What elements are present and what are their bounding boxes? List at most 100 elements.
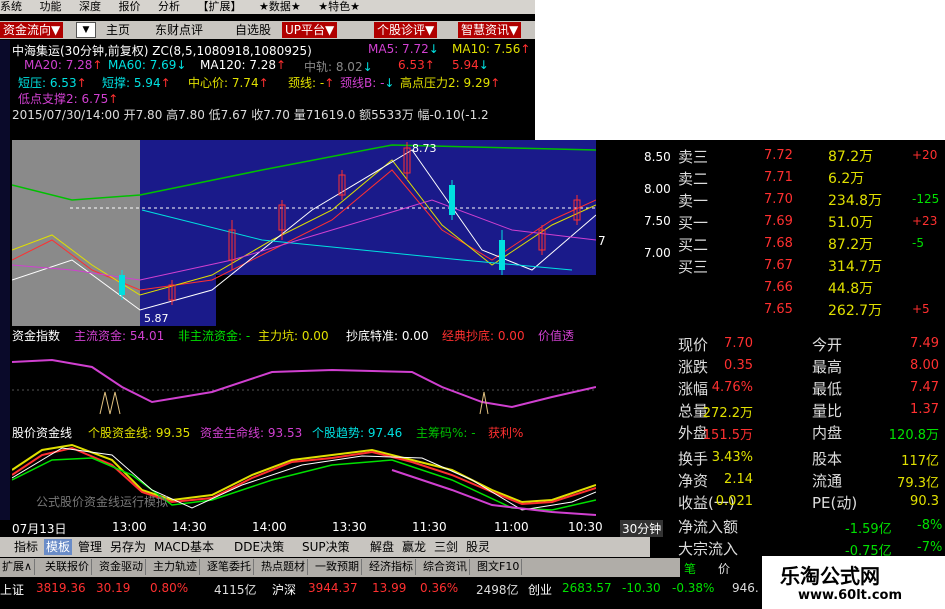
menu-item-extend[interactable]: 【扩展】: [198, 1, 242, 12]
stock-diagnosis-button[interactable]: 个股诊评▼: [374, 22, 438, 38]
order-level-label: 买一: [678, 214, 709, 232]
indicator2-chart[interactable]: 公式股价资金线运行模拟: [12, 420, 596, 518]
menu-item-depth[interactable]: 深度: [79, 1, 101, 12]
time-tick: 10:30: [568, 520, 603, 534]
tab-trades[interactable]: 笔: [684, 560, 696, 577]
extension-tab[interactable]: 热点题材: [259, 559, 308, 575]
ma120-value: MA120: 7.28↑: [200, 58, 287, 72]
order-book-row[interactable]: 卖三 7.72 87.2万 +20: [596, 146, 945, 166]
index-cy-value: 2683.57: [562, 581, 612, 595]
extra-value-2: 5.94↓: [452, 58, 489, 72]
stat-label: 换手: [678, 450, 709, 468]
index-sh-label[interactable]: 上证: [0, 581, 24, 598]
menu-item-system[interactable]: 系统: [0, 1, 22, 12]
order-book-row[interactable]: 买二 7.68 87.2万 -5: [596, 234, 945, 254]
fund-flow-dropdown[interactable]: 资金流向▼: [0, 22, 64, 38]
order-book-row[interactable]: 买三 7.67 314.7万: [596, 256, 945, 276]
extension-tab[interactable]: 主力轨迹: [151, 559, 200, 575]
indicator-tab[interactable]: 三剑: [432, 539, 460, 555]
indicator-tab[interactable]: 模板: [44, 539, 73, 555]
extra-value-1: 6.53↑: [398, 58, 435, 72]
time-tick: 13:00: [112, 520, 147, 534]
low-support-2: 低点支撑2: 6.75↑: [18, 92, 119, 106]
indicator-tab[interactable]: 指标: [12, 539, 40, 555]
menu-item-function[interactable]: 功能: [40, 1, 62, 12]
order-book-row[interactable]: 卖二 7.71 6.2万: [596, 168, 945, 188]
indicator-tab[interactable]: 另存为: [108, 539, 148, 555]
stats-row: 收益(一) 0.021 PE(动) 90.3: [596, 492, 945, 512]
indicator-tab[interactable]: MACD基本: [152, 539, 216, 555]
menu-item-quote[interactable]: 报价: [119, 1, 141, 12]
indicator-tab[interactable]: 解盘: [368, 539, 396, 555]
extension-tab[interactable]: 一致预期: [313, 559, 362, 575]
order-level-label: 买三: [678, 258, 709, 276]
ma60-value: MA60: 7.69↓: [108, 58, 187, 72]
home-button[interactable]: 主页: [106, 22, 130, 38]
indicator-tab[interactable]: 管理: [76, 539, 104, 555]
stat-label: 最高: [812, 358, 843, 376]
smart-news-button[interactable]: 智慧资讯▼: [458, 22, 522, 38]
order-volume: 87.2万: [828, 237, 874, 253]
indicator-tab[interactable]: 赢龙: [400, 539, 428, 555]
index-hs-label[interactable]: 沪深: [272, 581, 296, 598]
period-selector[interactable]: 30分钟: [620, 520, 664, 537]
neckline-b: 颈线B: -↓: [340, 76, 395, 90]
order-book-row[interactable]: 7.65 262.7万 +5: [596, 300, 945, 320]
stat-value: 7.70: [724, 336, 753, 351]
order-book-row[interactable]: 买一 7.69 51.0万 +23: [596, 212, 945, 232]
extension-tab[interactable]: 关联报价: [43, 559, 92, 575]
stat-value: 4.76%: [711, 380, 753, 395]
review-button[interactable]: 东财点评: [155, 22, 203, 38]
center-price: 中心价: 7.74↑: [188, 76, 269, 90]
tab-price[interactable]: 价: [718, 560, 730, 577]
stat-label: PE(动): [812, 494, 858, 512]
side-tab-strip[interactable]: [0, 40, 10, 520]
stat-value: 2.14: [724, 472, 753, 487]
extension-tab[interactable]: 经济指标: [367, 559, 416, 575]
time-tick: 14:00: [252, 520, 287, 534]
index-cy-label[interactable]: 创业: [528, 581, 552, 598]
stat-value: 117亿: [901, 454, 939, 469]
menu-bar: 系统 功能 深度 报价 分析 【扩展】 ★数据★ ★特色★: [0, 0, 535, 14]
up-platform-button[interactable]: UP平台▼: [282, 22, 338, 38]
order-price: 7.65: [764, 302, 793, 317]
order-book-row[interactable]: 卖一 7.70 234.8万 -125: [596, 190, 945, 210]
menu-item-data[interactable]: ★数据★: [259, 1, 301, 12]
order-price: 7.70: [764, 192, 793, 207]
order-price: 7.66: [764, 280, 793, 295]
indicator-tab[interactable]: DDE决策: [232, 539, 286, 555]
order-price: 7.67: [764, 258, 793, 273]
extension-tab[interactable]: 扩展∧: [0, 559, 36, 575]
candlestick-chart[interactable]: 8.73 5.87: [12, 140, 596, 326]
indicator1-header: 资金指数 主流资金: 54.01 非主流资金: - 主力坑: 0.00 抄底特准: 0…: [12, 326, 596, 343]
order-price: 7.72: [764, 148, 793, 163]
order-level-label: 卖一: [678, 192, 709, 210]
extension-tab[interactable]: 图文F10: [475, 559, 523, 575]
neckline: 颈线: -↑: [288, 76, 335, 90]
watchlist-button[interactable]: 自选股: [235, 22, 271, 38]
time-tick: 07月13日: [12, 522, 67, 536]
extension-tab[interactable]: 逐笔委托: [205, 559, 254, 575]
high-pressure-2: 高点压力2: 9.29↑: [400, 76, 501, 90]
ma5-value: MA5: 7.72↓: [368, 42, 439, 56]
stats-row: 涨幅 4.76% 最低 7.47: [596, 378, 945, 398]
stat-value: 0.35: [724, 358, 753, 373]
indicator1-chart[interactable]: [12, 342, 596, 416]
index-cy-change: -10.30: [622, 581, 661, 595]
order-level-label: 卖三: [678, 148, 709, 166]
extension-tab[interactable]: 综合资讯: [421, 559, 470, 575]
order-volume: 234.8万: [828, 193, 883, 209]
menu-item-analysis[interactable]: 分析: [158, 1, 180, 12]
order-book-row[interactable]: 7.66 44.8万: [596, 278, 945, 298]
stat-value: 7.47: [910, 380, 939, 395]
chart-black-region: [216, 275, 596, 326]
main-fund-line: [12, 358, 596, 409]
menu-item-special[interactable]: ★特色★: [318, 1, 360, 12]
extension-tab[interactable]: 资金驱动: [97, 559, 146, 575]
order-price: 7.71: [764, 170, 793, 185]
stats-row: 外盘 151.5万 内盘 120.8万: [596, 422, 945, 443]
chevron-down-icon[interactable]: ▼: [76, 22, 96, 38]
indicator-tab[interactable]: 股灵: [464, 539, 492, 555]
indicator-tab-bar: 指标 模板 管理 另存为 MACD基本 DDE决策 SUP决策 解盘 赢龙 三剑 股灵: [0, 537, 650, 557]
indicator-tab[interactable]: SUP决策: [300, 539, 352, 555]
